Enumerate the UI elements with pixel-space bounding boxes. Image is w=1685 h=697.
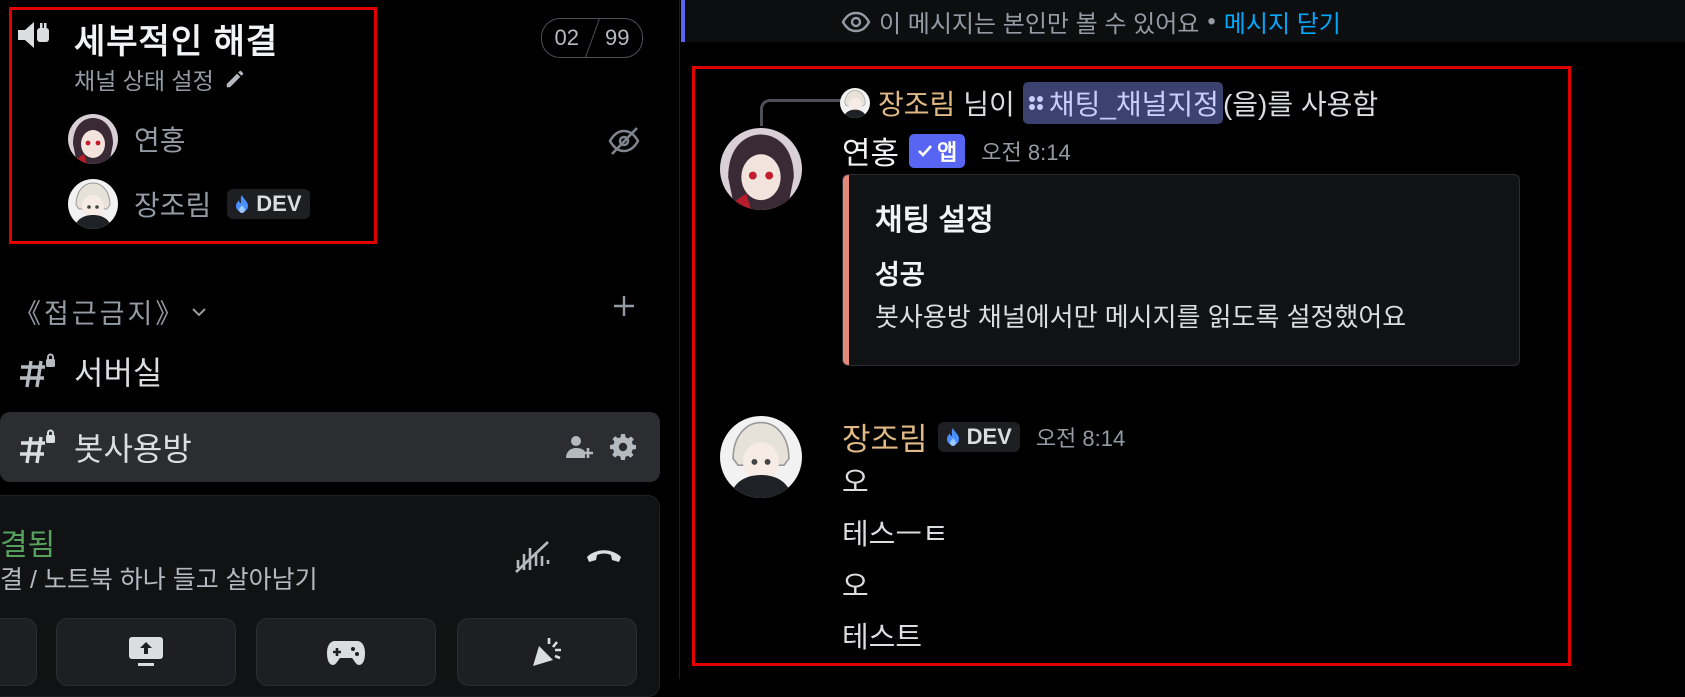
avatar bbox=[68, 114, 118, 164]
flame-icon bbox=[236, 195, 249, 213]
channel-status-label: 채널 상태 설정 bbox=[74, 68, 214, 94]
message-avatar[interactable] bbox=[720, 416, 802, 498]
channel-item-bot-room[interactable]: 봇사용방 bbox=[0, 412, 660, 482]
dev-badge: DEV bbox=[227, 189, 310, 219]
command-usage-line: 장조림 님이 채팅_채널지정 (을)를 사용함 bbox=[840, 82, 1378, 124]
screen-share-icon bbox=[129, 637, 163, 666]
slash-command-chip[interactable]: 채팅_채널지정 bbox=[1022, 82, 1223, 124]
dev-badge-label: DEV bbox=[966, 423, 1012, 449]
noise-suppression-off-icon[interactable] bbox=[512, 538, 554, 581]
flame-icon bbox=[946, 427, 959, 446]
check-icon bbox=[918, 144, 933, 157]
locked-hash-icon bbox=[0, 429, 74, 465]
voice-channel-title[interactable]: 세부적인 해결 bbox=[74, 14, 278, 63]
chevron-down-icon bbox=[192, 307, 207, 316]
user-limit: 99 bbox=[605, 25, 630, 50]
command-usage-mid: 님이 bbox=[963, 89, 1015, 120]
command-name: 채팅_채널지정 bbox=[1048, 89, 1219, 120]
message-line: 테스트 bbox=[842, 622, 923, 654]
ephemeral-text: 이 메시지는 본인만 볼 수 있어요 bbox=[879, 11, 1200, 38]
activity-button[interactable] bbox=[256, 618, 436, 686]
message-line: 오 bbox=[842, 467, 869, 499]
message-author[interactable]: 장조림 bbox=[842, 414, 928, 459]
ephemeral-notice: 이 메시지는 본인만 볼 수 있어요 • 메시지 닫기 bbox=[841, 4, 1341, 39]
voice-user-name: 장조림 bbox=[134, 190, 212, 221]
speaker-icon bbox=[16, 18, 54, 57]
app-tag: 앱 bbox=[909, 133, 966, 168]
voice-user-name: 연홍 bbox=[134, 125, 186, 156]
embed-field-name: 성공 bbox=[875, 260, 925, 290]
message-author[interactable]: 연홍 bbox=[842, 128, 899, 173]
eye-icon bbox=[841, 11, 871, 32]
locked-hash-icon bbox=[0, 353, 74, 389]
embed-title: 채팅 설정 bbox=[875, 204, 994, 237]
messages-highlight bbox=[692, 66, 1571, 666]
invite-members-icon[interactable] bbox=[564, 432, 594, 462]
dismiss-message-link[interactable]: 메시지 닫기 bbox=[1224, 4, 1341, 39]
avatar bbox=[68, 179, 118, 229]
soundboard-button[interactable] bbox=[457, 618, 637, 686]
app-command-icon bbox=[1028, 96, 1043, 110]
screen-share-button[interactable] bbox=[56, 618, 236, 686]
message-header: 연홍 앱 오전 8:14 bbox=[842, 128, 1071, 173]
channel-name: 서버실 bbox=[74, 355, 163, 391]
message-timestamp[interactable]: 오전 8:14 bbox=[1036, 421, 1125, 453]
disconnect-icon[interactable] bbox=[584, 543, 624, 574]
channel-name: 봇사용방 bbox=[74, 431, 192, 467]
soundboard-icon bbox=[533, 638, 561, 666]
channel-item-server-room[interactable]: 서버실 bbox=[0, 336, 660, 406]
sidebar-divider bbox=[679, 0, 680, 679]
message-timestamp[interactable]: 오전 8:14 bbox=[981, 135, 1070, 167]
message-avatar[interactable] bbox=[720, 128, 802, 210]
user-limit-counter: 02 99 bbox=[541, 18, 643, 58]
plus-icon bbox=[614, 296, 634, 316]
add-channel-button[interactable] bbox=[612, 288, 636, 327]
panel-button-partial[interactable] bbox=[0, 618, 37, 686]
voice-connection-subtitle[interactable]: 결 / 노트북 하나 들고 살아남기 bbox=[0, 560, 318, 596]
embed-color-bar bbox=[843, 175, 849, 365]
channel-sidebar: 세부적인 해결 02 99 채널 상태 설정 연홍 장조림 DEV 《접근금지》 bbox=[0, 0, 680, 697]
message-header: 장조림 DEV 오전 8:14 bbox=[842, 414, 1125, 459]
stream-hidden-icon[interactable] bbox=[607, 124, 641, 163]
voice-user[interactable]: 연홍 bbox=[68, 113, 186, 165]
message-embed: 채팅 설정 성공 봇사용방 채널에서만 메시지를 읽도록 설정했어요 bbox=[842, 174, 1520, 366]
category-name: 《접근금지》 bbox=[14, 299, 186, 329]
app-tag-label: 앱 bbox=[937, 139, 958, 165]
voice-connected-status[interactable]: 결됨 bbox=[0, 520, 55, 564]
message-line: 테스ㅡㅌ bbox=[842, 519, 949, 551]
dev-badge: DEV bbox=[937, 421, 1020, 452]
gear-icon[interactable] bbox=[608, 432, 638, 462]
command-usage-suffix: (을)를 사용함 bbox=[1222, 89, 1379, 120]
channel-actions bbox=[564, 432, 638, 462]
dev-badge-label: DEV bbox=[256, 191, 302, 216]
user-count: 02 bbox=[554, 25, 579, 50]
command-user-name[interactable]: 장조림 bbox=[878, 83, 955, 123]
pencil-icon bbox=[226, 70, 243, 88]
voice-user[interactable]: 장조림 DEV bbox=[68, 178, 310, 230]
embed-field-value: 봇사용방 채널에서만 메시지를 읽도록 설정했어요 bbox=[875, 302, 1407, 332]
message-line: 오 bbox=[842, 571, 869, 603]
category-header[interactable]: 《접근금지》 bbox=[14, 292, 207, 331]
reply-connector bbox=[760, 99, 841, 126]
set-channel-status[interactable]: 채널 상태 설정 bbox=[74, 62, 246, 96]
ephemeral-separator: • bbox=[1207, 7, 1216, 35]
gamepad-icon bbox=[327, 641, 365, 665]
avatar bbox=[840, 88, 870, 118]
